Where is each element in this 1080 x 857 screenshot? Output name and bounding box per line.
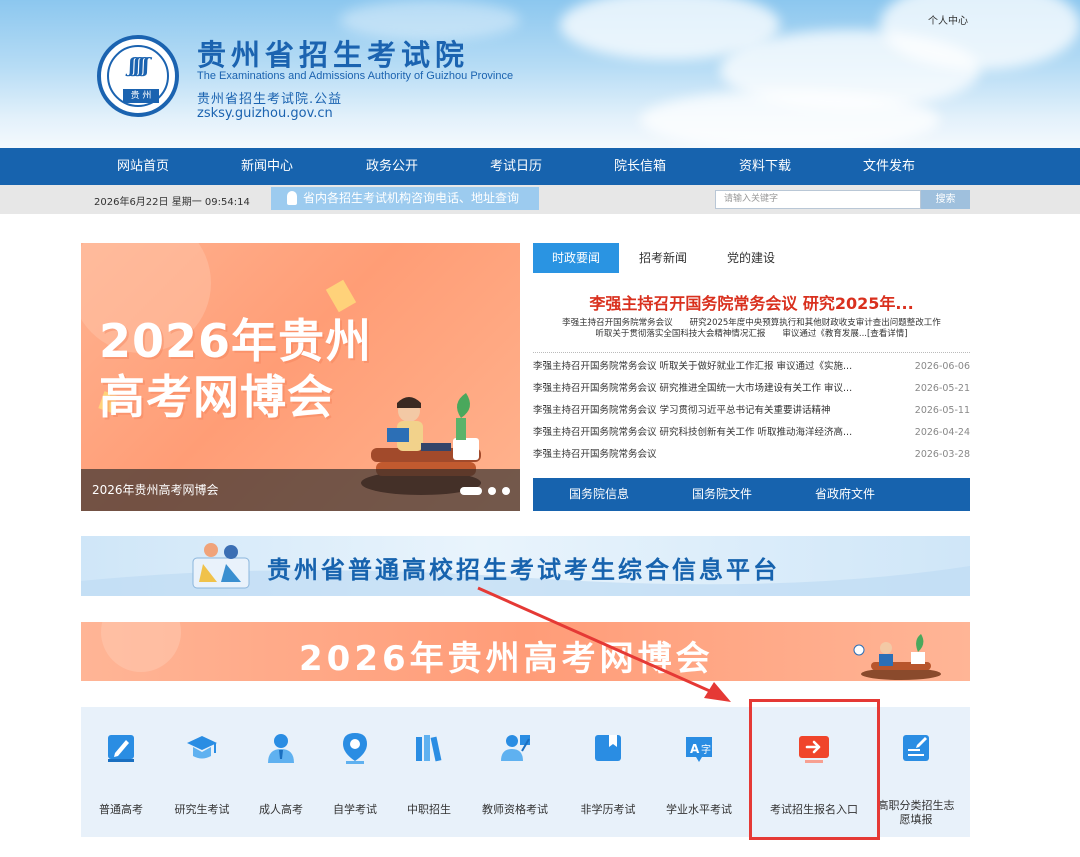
site-title: 贵州省招生考试院 xyxy=(197,38,470,72)
gov-link-province[interactable]: 省政府文件 xyxy=(785,478,905,511)
news-item-date: 2026-06-06 xyxy=(914,361,970,372)
nav-item-home[interactable]: 网站首页 xyxy=(88,148,198,185)
site-header: ʃʃʃʃ 贵 州 贵州省招生考试院 The Examinations and A… xyxy=(0,0,1080,148)
nav-item-gov[interactable]: 政务公开 xyxy=(337,148,447,185)
gov-links-bar: 国务院信息 国务院文件 省政府文件 xyxy=(533,478,970,511)
news-item-title[interactable]: 李强主持召开国务院常务会议 xyxy=(533,445,883,465)
service-label: 非学历考试 xyxy=(580,803,636,816)
carousel-dot[interactable] xyxy=(502,487,510,495)
service-academic-level[interactable]: A字 学业水平考试 xyxy=(653,707,745,837)
carousel-dot[interactable] xyxy=(488,487,496,495)
service-graduate-exam[interactable]: 研究生考试 xyxy=(161,707,243,837)
news-summary: 李强主持召开国务院常务会议 研究2025年度中央预算执行和其他财政收支审计查出问… xyxy=(533,318,970,340)
news-tabs: 时政要闻 招考新闻 党的建设 xyxy=(533,243,970,273)
search-input[interactable]: 请输入关键字 xyxy=(715,190,921,209)
carousel-dots xyxy=(460,487,510,495)
pencil-book-icon xyxy=(108,735,134,762)
service-non-degree[interactable]: 非学历考试 xyxy=(563,707,653,837)
news-item-date: 2026-05-21 xyxy=(914,383,970,394)
service-ordinary-gaokao[interactable]: 普通高考 xyxy=(81,707,161,837)
service-teacher-cert[interactable]: 教师资格考试 xyxy=(467,707,563,837)
logo-mark: ʃʃʃʃ xyxy=(128,53,149,77)
cloud-decoration xyxy=(640,90,940,148)
news-item-title[interactable]: 李强主持召开国务院常务会议 研究推进全国统一大市场建设有关工作 审议... xyxy=(533,379,883,399)
lightbulb-icon xyxy=(287,191,297,205)
nav-item-documents[interactable]: 文件发布 xyxy=(834,148,944,185)
personal-center-link[interactable]: 个人中心 xyxy=(928,12,968,27)
location-pin-icon xyxy=(343,733,367,764)
nav-item-news[interactable]: 新闻中心 xyxy=(212,148,322,185)
gov-link-info[interactable]: 国务院信息 xyxy=(539,478,659,511)
site-subtitle: 贵州省招生考试院.公益 xyxy=(197,92,343,107)
current-datetime: 2026年6月22日 星期一 09:54:14 xyxy=(94,197,250,208)
service-label: 成人高考 xyxy=(259,803,303,816)
banner-line1: 2026年贵州 xyxy=(99,314,373,368)
news-item-title[interactable]: 李强主持召开国务院常务会议 学习贯彻习近平总书记有关重要讲话精神 xyxy=(533,401,883,421)
banner-line2: 高考网博会 xyxy=(99,370,334,424)
news-summary-line: 李强主持召开国务院常务会议 研究2025年度中央预算执行和其他财政收支审计查出问… xyxy=(562,318,941,328)
highlight-box xyxy=(749,699,880,840)
service-self-study-exam[interactable]: 自学考试 xyxy=(319,707,391,837)
translate-icon: A字 xyxy=(686,737,712,762)
site-url: zsksy.guizhou.gov.cn xyxy=(197,106,333,121)
banner-caption: 2026年贵州高考网博会 xyxy=(81,469,520,511)
svg-text:字: 字 xyxy=(701,743,711,756)
search-button[interactable]: 搜索 xyxy=(921,190,970,209)
platform-banner[interactable]: 贵州省普通高校招生考试考生综合信息平台 xyxy=(81,536,970,596)
news-list-item[interactable]: 李强主持召开国务院常务会议 研究科技创新有关工作 听取推动海洋经济高... 20… xyxy=(533,423,970,443)
notice-text: 省内各招生考试机构咨询电话、地址查询 xyxy=(303,191,520,205)
site-title-en: The Examinations and Admissions Authorit… xyxy=(197,70,514,82)
banner-headline: 2026年贵州 高考网博会 xyxy=(99,313,372,425)
nav-item-downloads[interactable]: 资料下载 xyxy=(710,148,820,185)
service-vocational[interactable]: 中职招生 xyxy=(391,707,467,837)
logo-text: 贵 州 xyxy=(123,89,159,103)
expo-banner-title: 2026年贵州高考网博会 xyxy=(299,639,714,679)
service-vocational-application[interactable]: 高职分类招生志愿填报 xyxy=(876,707,956,837)
carousel-banner[interactable]: 2026年贵州 高考网博会 2026年贵州高考网博会 xyxy=(81,243,520,511)
expo-banner[interactable]: 2026年贵州高考网博会 xyxy=(81,622,970,681)
news-summary-line[interactable]: 听取关于贯彻落实全国科技大会精神情况汇报 审议通过《教育发展...[查看详情] xyxy=(533,329,970,340)
tab-admissions[interactable]: 招考新闻 xyxy=(623,243,703,273)
service-label: 高职分类招生志愿填报 xyxy=(877,799,955,826)
service-label: 研究生考试 xyxy=(174,803,230,816)
gov-link-files[interactable]: 国务院文件 xyxy=(662,478,782,511)
news-divider xyxy=(533,352,970,353)
news-list-item[interactable]: 李强主持召开国务院常务会议 2026-03-28 xyxy=(533,445,970,465)
service-label: 普通高考 xyxy=(99,803,143,816)
platform-banner-title: 贵州省普通高校招生考试考生综合信息平台 xyxy=(267,556,780,584)
news-list-item[interactable]: 李强主持召开国务院常务会议 研究推进全国统一大市场建设有关工作 审议... 20… xyxy=(533,379,970,399)
books-icon xyxy=(416,735,442,762)
news-item-date: 2026-04-24 xyxy=(914,427,970,438)
news-list-item[interactable]: 李强主持召开国务院常务会议 学习贯彻习近平总书记有关重要讲话精神 2026-05… xyxy=(533,401,970,421)
tab-party[interactable]: 党的建设 xyxy=(711,243,791,273)
service-label: 学业水平考试 xyxy=(666,803,732,816)
teacher-icon xyxy=(501,735,530,761)
graduation-cap-icon xyxy=(187,736,217,759)
tab-politics[interactable]: 时政要闻 xyxy=(533,243,619,273)
news-item-date: 2026-03-28 xyxy=(914,449,970,460)
news-item-title[interactable]: 李强主持召开国务院常务会议 研究科技创新有关工作 听取推动海洋经济高... xyxy=(533,423,883,443)
service-adult-gaokao[interactable]: 成人高考 xyxy=(243,707,319,837)
news-item-title[interactable]: 李强主持召开国务院常务会议 听取关于做好就业工作汇报 审议通过《实施... xyxy=(533,357,883,377)
news-list-item[interactable]: 李强主持召开国务院常务会议 听取关于做好就业工作汇报 审议通过《实施... 20… xyxy=(533,357,970,377)
carousel-dot-active[interactable] xyxy=(460,487,482,495)
service-label: 中职招生 xyxy=(407,803,451,816)
news-item-date: 2026-05-11 xyxy=(914,405,970,416)
person-icon xyxy=(268,734,294,763)
form-edit-icon xyxy=(903,735,929,761)
bookmark-icon xyxy=(595,735,621,761)
site-logo[interactable]: ʃʃʃʃ 贵 州 xyxy=(97,35,179,117)
svg-text:A: A xyxy=(690,742,700,756)
nav-item-calendar[interactable]: 考试日历 xyxy=(461,148,571,185)
nav-item-mailbox[interactable]: 院长信箱 xyxy=(585,148,695,185)
main-nav: 网站首页 新闻中心 政务公开 考试日历 院长信箱 资料下载 文件发布 xyxy=(0,148,1080,185)
news-headline[interactable]: 李强主持召开国务院常务会议 研究2025年... xyxy=(533,290,970,314)
notice-link[interactable]: 省内各招生考试机构咨询电话、地址查询 xyxy=(271,187,539,210)
service-label: 教师资格考试 xyxy=(482,803,548,816)
service-label: 自学考试 xyxy=(333,803,377,816)
